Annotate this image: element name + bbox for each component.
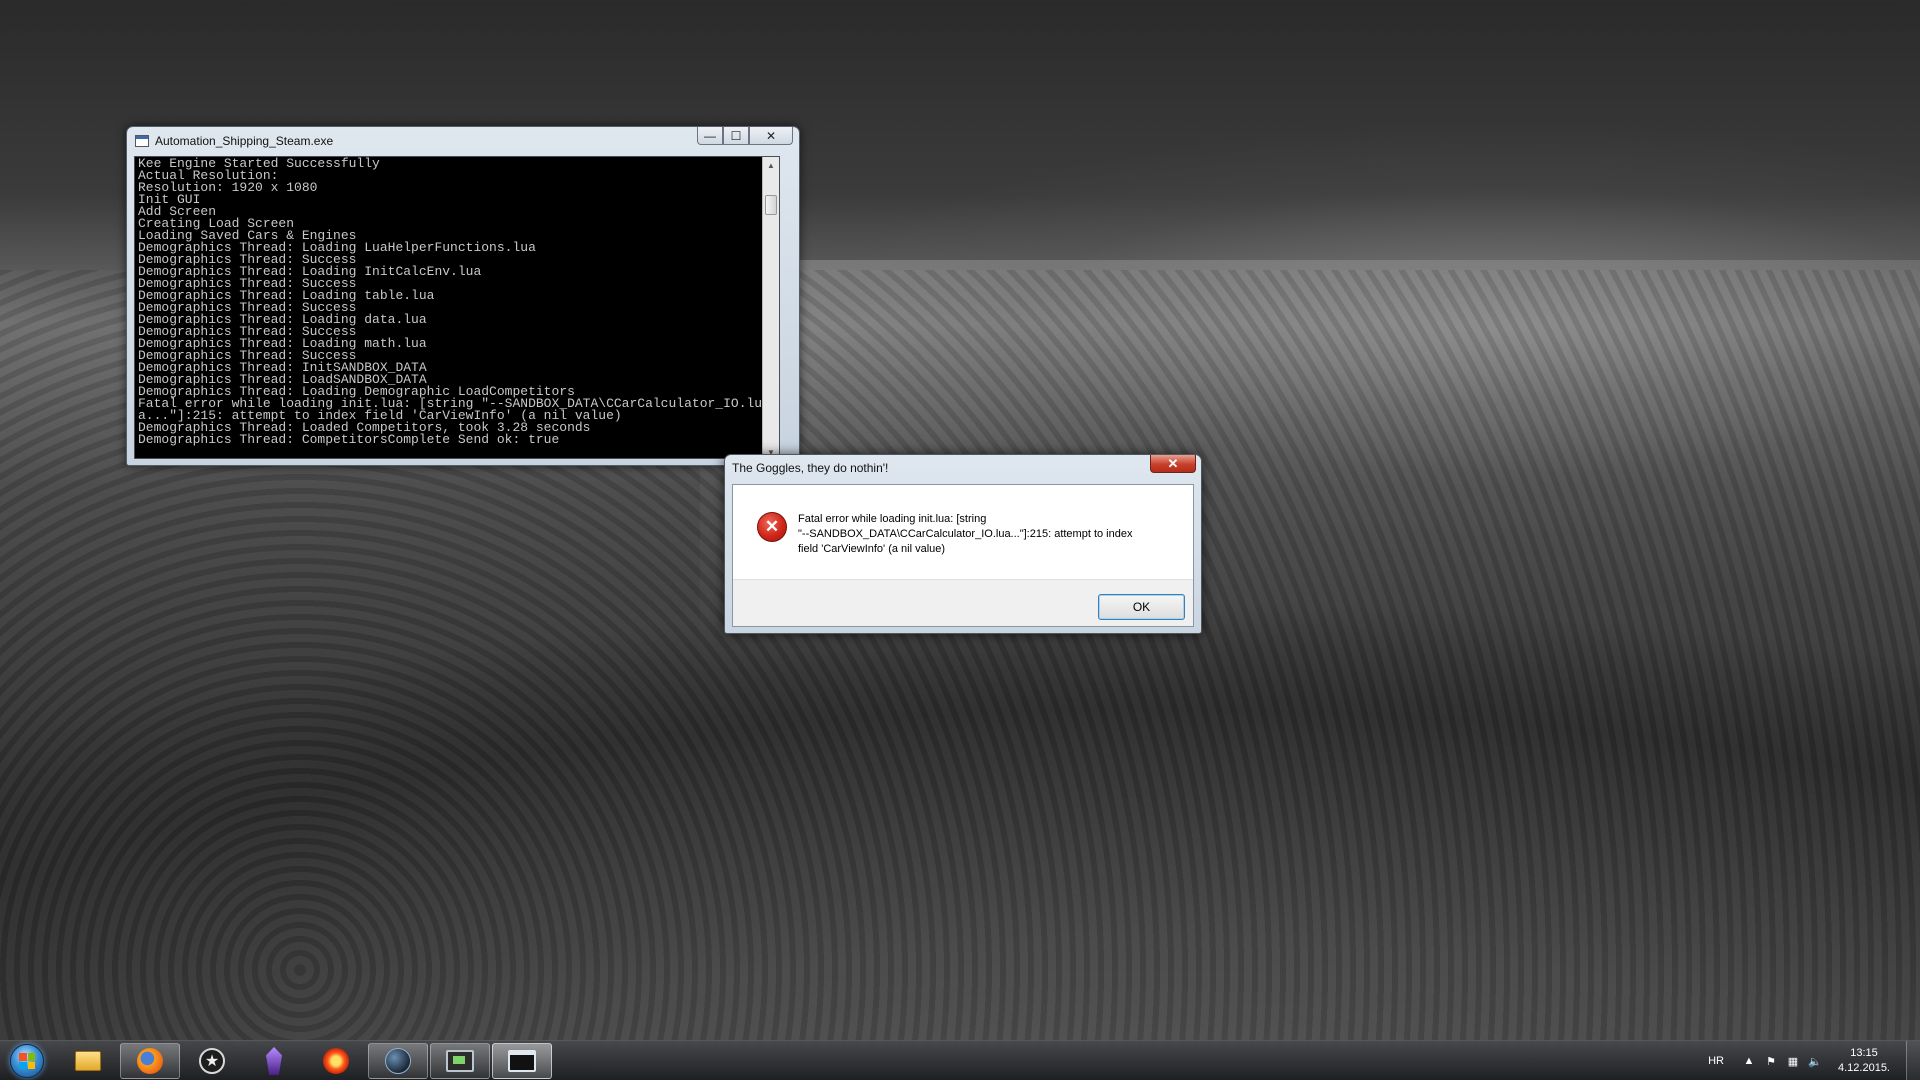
dialog-title: The Goggles, they do nothin'! <box>732 461 889 475</box>
purple-crystal-icon[interactable] <box>244 1043 304 1079</box>
minimize-button[interactable]: — <box>697 127 723 145</box>
file-explorer-icon[interactable] <box>58 1043 118 1079</box>
console-output[interactable]: Kee Engine Started Successfully Actual Re… <box>134 156 780 459</box>
console-window-icon[interactable] <box>492 1043 552 1079</box>
network-icon[interactable]: ▦ <box>1782 1055 1804 1068</box>
scroll-up-arrow-icon[interactable]: ▲ <box>763 157 779 173</box>
show-hidden-icons-icon[interactable]: ▲ <box>1738 1055 1760 1067</box>
scroll-thumb[interactable] <box>765 195 777 215</box>
maximize-button[interactable]: ☐ <box>723 127 749 145</box>
clock-date: 4.12.2015. <box>1838 1062 1890 1074</box>
dialog-message: Fatal error while loading init.lua: [str… <box>798 512 1180 557</box>
console-titlebar[interactable]: Automation_Shipping_Steam.exe <box>135 130 333 152</box>
console-window[interactable]: Automation_Shipping_Steam.exe — ☐ ✕ Kee … <box>126 126 800 466</box>
error-icon: ✕ <box>757 512 787 542</box>
monitor-app-icon[interactable] <box>430 1043 490 1079</box>
red-burst-icon[interactable] <box>306 1043 366 1079</box>
dialog-close-button[interactable]: ✕ <box>1150 455 1196 473</box>
console-app-icon <box>135 135 149 147</box>
dialog-button-area: OK <box>733 579 1193 626</box>
action-center-icon[interactable]: ⚑ <box>1760 1055 1782 1068</box>
steam-icon[interactable] <box>368 1043 428 1079</box>
taskbar: ★ HR ▲ ⚑ ▦ 🔈 13:15 4.12.2015. <box>0 1040 1920 1080</box>
dialog-message-line: field 'CarViewInfo' (a nil value) <box>798 543 946 555</box>
console-scrollbar[interactable]: ▲ ▼ <box>762 157 779 458</box>
volume-icon[interactable]: 🔈 <box>1804 1055 1826 1068</box>
close-button[interactable]: ✕ <box>749 127 793 145</box>
firefox-icon[interactable] <box>120 1043 180 1079</box>
clock[interactable]: 13:15 4.12.2015. <box>1838 1046 1890 1076</box>
language-indicator[interactable]: HR <box>1708 1055 1724 1067</box>
ok-button[interactable]: OK <box>1098 594 1185 620</box>
star-emblem-icon[interactable]: ★ <box>182 1043 242 1079</box>
error-dialog[interactable]: The Goggles, they do nothin'! ✕ ✕ Fatal … <box>724 454 1202 634</box>
console-text: Kee Engine Started Successfully Actual Re… <box>138 157 770 447</box>
console-line: Demographics Thread: CompetitorsComplete… <box>138 432 560 447</box>
clock-time: 13:15 <box>1850 1047 1878 1059</box>
console-title-text: Automation_Shipping_Steam.exe <box>155 134 334 148</box>
windows-logo-icon <box>10 1044 44 1078</box>
dialog-message-line: Fatal error while loading init.lua: [str… <box>798 513 987 525</box>
start-button[interactable] <box>5 1042 49 1080</box>
console-window-controls: — ☐ ✕ <box>697 127 793 145</box>
show-desktop-button[interactable] <box>1906 1041 1920 1080</box>
dialog-client: ✕ Fatal error while loading init.lua: [s… <box>732 484 1194 627</box>
dialog-message-area: ✕ Fatal error while loading init.lua: [s… <box>733 485 1193 579</box>
console-line: Init GUI <box>138 192 201 207</box>
dialog-message-line: "--SANDBOX_DATA\CCarCalculator_IO.lua...… <box>798 528 1133 540</box>
system-tray: HR ▲ ⚑ ▦ 🔈 13:15 4.12.2015. <box>1708 1041 1920 1080</box>
console-line: Resolution: 1920 x 1080 <box>138 180 318 195</box>
